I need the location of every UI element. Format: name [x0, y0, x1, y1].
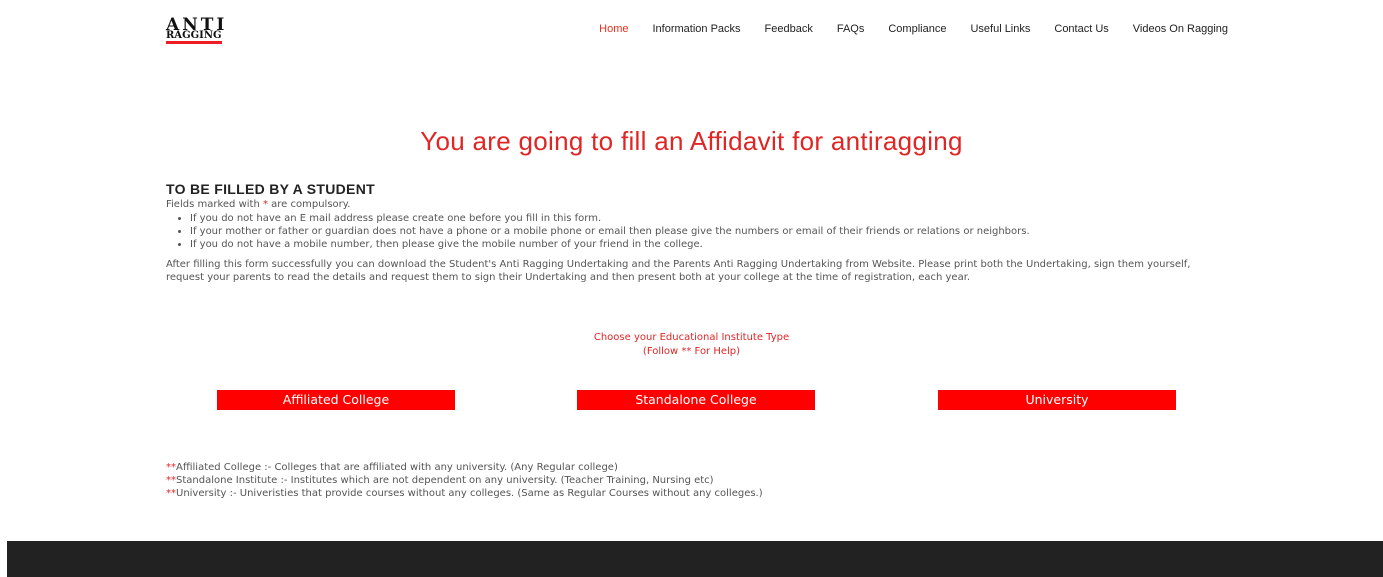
institute-type-prompt: Choose your Educational Institute Type (… — [0, 331, 1383, 359]
nav-faqs[interactable]: FAQs — [837, 23, 865, 35]
site-logo[interactable]: ANTI RAGGING — [166, 17, 230, 45]
note-text: Standalone Institute :- Institutes which… — [176, 475, 714, 486]
logo-text-bottom: RAGGING — [166, 31, 222, 44]
nav-videos-on-ragging[interactable]: Videos On Ragging — [1133, 23, 1228, 35]
note-text: Affiliated College :- Colleges that are … — [176, 462, 618, 473]
main-nav: Home Information Packs Feedback FAQs Com… — [575, 23, 1228, 35]
note-marker: ** — [166, 488, 176, 499]
nav-feedback[interactable]: Feedback — [765, 23, 813, 35]
note-marker: ** — [166, 462, 176, 473]
university-button[interactable]: University — [938, 390, 1176, 410]
note-marker: ** — [166, 475, 176, 486]
note-university: **University :- Univeristies that provid… — [166, 487, 763, 500]
instructions-section: TO BE FILLED BY A STUDENT Fields marked … — [166, 180, 1226, 284]
affiliated-college-button[interactable]: Affiliated College — [217, 390, 455, 410]
nav-compliance[interactable]: Compliance — [888, 23, 946, 35]
fields-note-suffix: are compulsory. — [267, 199, 351, 210]
note-standalone: **Standalone Institute :- Institutes whi… — [166, 474, 763, 487]
site-footer — [7, 541, 1383, 577]
rule-item: If you do not have a mobile number, then… — [190, 238, 1226, 251]
rule-item: If your mother or father or guardian doe… — [190, 225, 1226, 238]
fields-note: Fields marked with * are compulsory. — [166, 198, 1226, 212]
fields-note-prefix: Fields marked with — [166, 199, 263, 210]
help-notes: **Affiliated College :- Colleges that ar… — [166, 461, 763, 500]
nav-contact-us[interactable]: Contact Us — [1054, 23, 1108, 35]
nav-useful-links[interactable]: Useful Links — [970, 23, 1030, 35]
instructions-paragraph: After filling this form successfully you… — [166, 259, 1191, 283]
standalone-college-button[interactable]: Standalone College — [577, 390, 815, 410]
choose-line-2: (Follow ** For Help) — [642, 346, 741, 357]
nav-information-packs[interactable]: Information Packs — [652, 23, 740, 35]
rule-item: If you do not have an E mail address ple… — [190, 212, 1226, 225]
page-title: You are going to fill an Affidavit for a… — [420, 126, 963, 156]
section-heading: TO BE FILLED BY A STUDENT — [166, 181, 375, 197]
note-affiliated: **Affiliated College :- Colleges that ar… — [166, 461, 763, 474]
rules-list: If you do not have an E mail address ple… — [166, 212, 1226, 251]
site-header: ANTI RAGGING Home Information Packs Feed… — [0, 0, 1383, 60]
note-text: University :- Univeristies that provide … — [176, 488, 763, 499]
choose-line-1: Choose your Educational Institute Type — [593, 332, 790, 343]
nav-home[interactable]: Home — [599, 23, 628, 35]
